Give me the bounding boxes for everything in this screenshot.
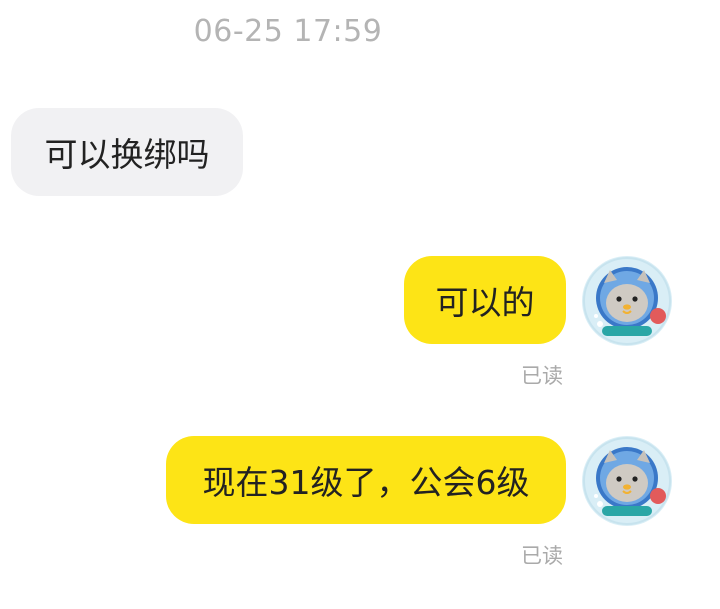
outgoing-message-bubble[interactable]: 现在31级了，公会6级 — [166, 436, 566, 524]
outgoing-message-bubble[interactable]: 可以的 — [404, 256, 566, 344]
message-text: 可以换绑吗 — [44, 135, 210, 174]
user-avatar[interactable] — [582, 256, 672, 346]
seal-in-helmet-avatar-icon — [582, 256, 672, 346]
read-status: 已读 — [521, 364, 563, 388]
message-text: 可以的 — [435, 283, 535, 322]
incoming-message-bubble[interactable]: 可以换绑吗 — [11, 108, 243, 196]
chat-view: 06-25 17:59 可以换绑吗 可以的 已读 现在31级了，公会6级 已读 — [0, 0, 720, 609]
user-avatar[interactable] — [582, 436, 672, 526]
seal-in-helmet-avatar-icon — [582, 436, 672, 526]
message-timestamp: 06-25 17:59 — [193, 14, 383, 49]
message-text: 现在31级了，公会6级 — [202, 463, 530, 502]
read-status: 已读 — [521, 544, 563, 568]
